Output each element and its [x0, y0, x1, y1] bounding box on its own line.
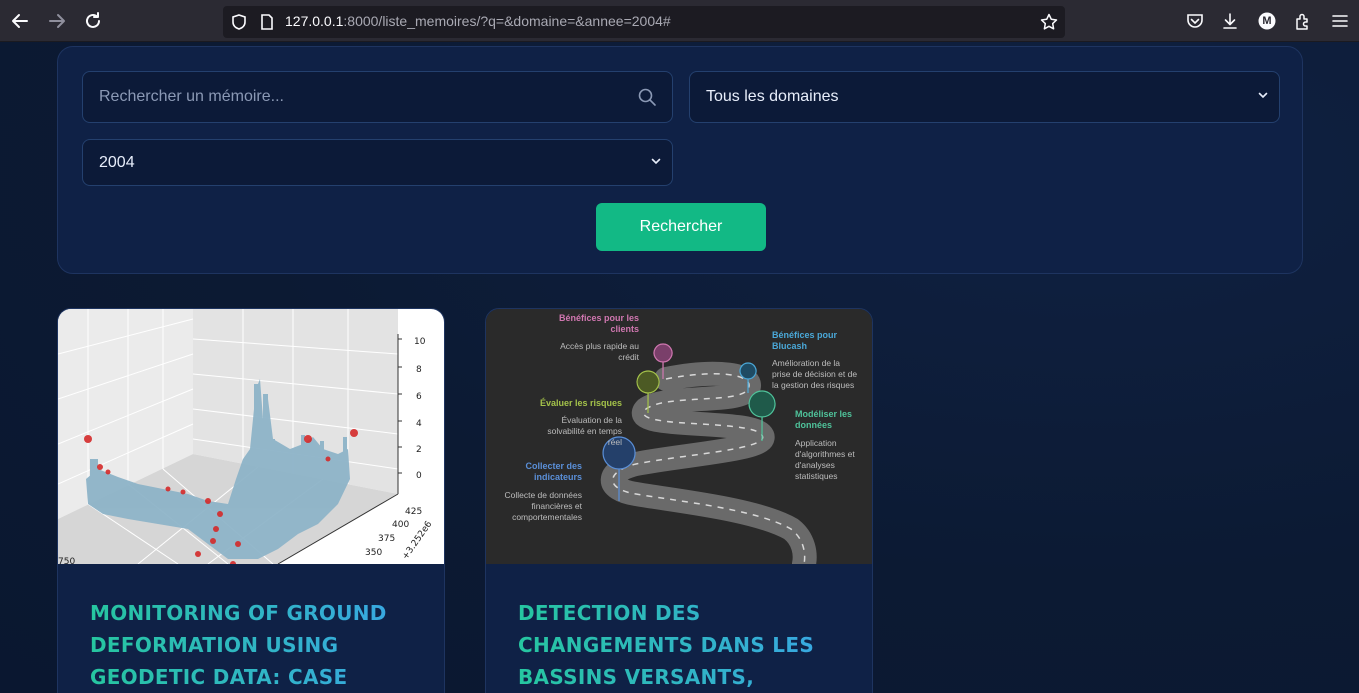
memoire-card[interactable]: 10 8 6 4 2 0 425 400 375 350 750 +3.252e… — [57, 308, 445, 693]
extensions-icon[interactable] — [1293, 11, 1313, 31]
search-input[interactable]: Rechercher un mémoire... — [82, 71, 673, 123]
pocket-icon[interactable] — [1185, 11, 1205, 31]
forward-arrow-icon[interactable] — [45, 9, 69, 33]
z-tick-label: 6 — [416, 392, 422, 402]
reload-icon[interactable] — [81, 9, 105, 33]
roadmap-desc: Évaluation de la solvabilité en temps ré… — [547, 415, 622, 447]
page-content: Rechercher un mémoire... Tous les domain… — [0, 42, 1359, 693]
account-avatar-icon[interactable]: M — [1257, 11, 1277, 31]
memoire-card[interactable]: Bénéfices pour les clients Accès plus ra… — [485, 308, 873, 693]
year-select[interactable]: 2004 — [82, 139, 673, 186]
card-title[interactable]: DETECTION DES CHANGEMENTS DANS LES BASSI… — [518, 597, 848, 693]
z-tick-label: 10 — [414, 337, 426, 347]
y-tick-label: 425 — [405, 507, 422, 517]
download-icon[interactable] — [1220, 11, 1240, 31]
menu-icon[interactable] — [1330, 11, 1350, 31]
url-text[interactable]: 127.0.0.1:8000/liste_memoires/?q=&domain… — [285, 13, 671, 29]
search-panel: Rechercher un mémoire... Tous les domain… — [57, 46, 1303, 274]
roadmap-desc: Collecte de données financières et compo… — [504, 490, 582, 522]
roadmap-label: Modéliser les données — [795, 409, 853, 430]
page-icon[interactable] — [257, 12, 277, 32]
y-tick-label: 400 — [392, 520, 409, 530]
3d-scatter-plot: 10 8 6 4 2 0 425 400 375 350 750 +3.252e… — [58, 309, 444, 564]
domain-select[interactable]: Tous les domaines — [689, 71, 1280, 123]
x-tick-label: 750 — [58, 557, 75, 564]
roadmap-label: Évaluer les risques — [539, 398, 622, 408]
chevron-down-icon — [650, 154, 662, 172]
y-tick-label: 375 — [378, 534, 395, 544]
url-bar[interactable]: 127.0.0.1:8000/liste_memoires/?q=&domain… — [223, 6, 1065, 38]
y-tick-label: 350 — [365, 548, 382, 558]
shield-icon[interactable] — [229, 12, 249, 32]
roadmap-desc: Amélioration de la prise de décision et … — [772, 358, 858, 390]
card-image-roadmap[interactable]: Bénéfices pour les clients Accès plus ra… — [486, 309, 872, 564]
search-button[interactable]: Rechercher — [596, 203, 766, 251]
z-tick-label: 4 — [416, 419, 422, 429]
back-arrow-icon[interactable] — [8, 9, 32, 33]
bookmark-star-icon[interactable] — [1039, 12, 1059, 32]
card-title[interactable]: MONITORING OF GROUND DEFORMATION USING G… — [90, 597, 420, 693]
browser-toolbar: 127.0.0.1:8000/liste_memoires/?q=&domain… — [0, 0, 1359, 42]
chevron-down-icon — [1257, 88, 1269, 106]
roadmap-label: Bénéfices pour les clients — [558, 313, 639, 334]
z-tick-label: 2 — [416, 445, 422, 455]
card-image-3d-plot[interactable]: 10 8 6 4 2 0 425 400 375 350 750 +3.252e… — [58, 309, 444, 564]
search-icon[interactable] — [637, 87, 657, 112]
roadmap-desc: Application d'algorithmes et d'analyses … — [795, 438, 855, 481]
roadmap-label: Collecter des indicateurs — [525, 461, 582, 482]
roadmap-desc: Accès plus rapide au crédit — [560, 341, 639, 362]
z-tick-label: 0 — [416, 471, 422, 481]
z-tick-label: 8 — [416, 365, 422, 375]
roadmap-label: Bénéfices pour Blucash — [772, 330, 838, 351]
